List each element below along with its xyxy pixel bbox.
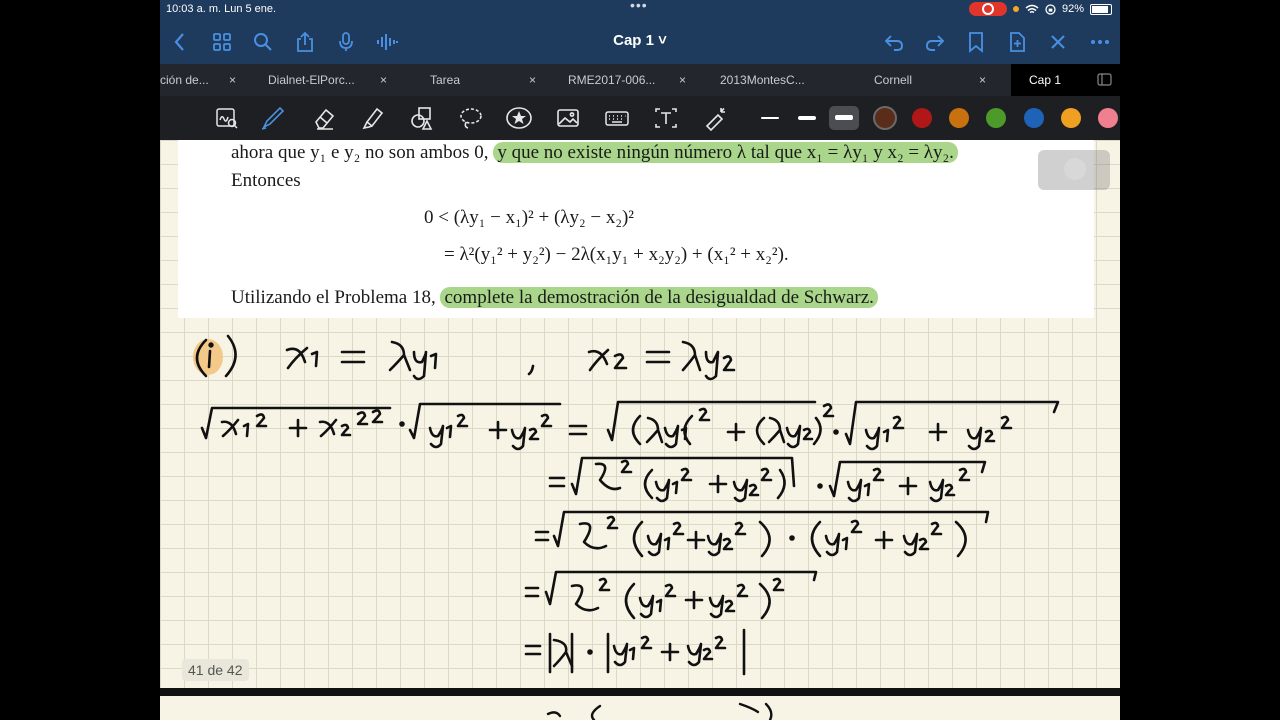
tab-label: RME2017-006... (568, 73, 656, 87)
bookmark-icon[interactable] (964, 30, 988, 54)
handwritten-line-5 (524, 628, 746, 676)
audio-waveform-icon[interactable] (375, 30, 399, 54)
status-time: 10:03 a. m. Lun 5 ene. (166, 3, 277, 15)
text-box-icon[interactable] (653, 105, 679, 131)
search-icon[interactable] (251, 30, 275, 54)
stroke-thin-option[interactable] (755, 106, 785, 130)
tab-label: Cornell (874, 73, 913, 87)
more-options-icon[interactable] (1088, 30, 1112, 54)
notes-app: 10:03 a. m. Lun 5 ene. ••• 92% Cap 1 ˅ c… (160, 0, 1120, 720)
stroke-medium-option[interactable] (792, 106, 822, 130)
pen-icon[interactable] (260, 105, 286, 131)
color-swatch[interactable] (1061, 108, 1081, 128)
document-title[interactable]: Cap 1 ˅ (613, 32, 667, 49)
tab-label: Tarea (430, 73, 461, 87)
tab-close-icon[interactable]: × (529, 64, 536, 96)
star-icon[interactable] (506, 105, 532, 131)
keyboard-icon[interactable] (604, 105, 630, 131)
tab-label: Dialnet-ElPorc... (268, 73, 355, 87)
next-page-preview[interactable] (160, 696, 1120, 720)
lasso-ocr-icon[interactable] (214, 105, 240, 131)
status-bar: 10:03 a. m. Lun 5 ene. ••• 92% (160, 0, 1120, 20)
tab-2[interactable]: Dialnet-ElPorc... (268, 64, 378, 96)
rotation-lock-icon (1045, 3, 1056, 15)
document-tabs: ción de... × Dialnet-ElPorc... × Tarea ×… (160, 64, 1120, 96)
top-navigation-bar: Cap 1 ˅ (160, 20, 1120, 64)
screen-recording-icon[interactable] (968, 2, 1007, 16)
tab-close-icon[interactable]: × (679, 64, 686, 96)
color-swatch[interactable] (1024, 108, 1044, 128)
tab-4[interactable]: RME2017-006... (568, 64, 668, 96)
back-chevron-icon[interactable] (168, 30, 192, 54)
color-swatch[interactable] (912, 108, 932, 128)
handwritten-equation-x2 (587, 340, 736, 381)
eraser-icon[interactable] (311, 105, 337, 131)
multitasking-dots-icon[interactable]: ••• (630, 0, 648, 13)
undo-icon[interactable] (882, 30, 906, 54)
microphone-icon[interactable] (334, 30, 358, 54)
tab-active[interactable]: Cap 1 (1011, 64, 1120, 96)
color-swatch[interactable] (986, 108, 1006, 128)
handwritten-item-marker (193, 334, 237, 378)
tab-6[interactable]: Cornell (874, 64, 944, 96)
color-swatch-selected[interactable] (873, 106, 897, 130)
handwritten-line-1 (200, 400, 1060, 451)
page-divider (160, 688, 1120, 696)
tab-close-icon[interactable]: × (979, 64, 986, 96)
drawing-toolbar (160, 96, 1120, 140)
tab-label: ción de... (160, 73, 209, 87)
sidebar-toggle-icon[interactable] (1097, 73, 1112, 86)
grid-view-icon[interactable] (210, 30, 234, 54)
highlighter-icon[interactable] (360, 105, 386, 131)
mic-indicator-icon (1012, 6, 1019, 12)
handwritten-line-3 (534, 510, 990, 558)
notebook-page[interactable]: ahora que y₁ e y₂ no son ambos 0, y que … (160, 140, 1120, 688)
tab-close-icon[interactable]: × (380, 64, 387, 96)
lasso-icon[interactable] (458, 105, 484, 131)
close-icon[interactable] (1046, 30, 1070, 54)
handwritten-comma (527, 364, 535, 376)
handwritten-line-4 (524, 570, 818, 620)
tab-label: Cap 1 (1029, 73, 1062, 87)
tab-label: 2013MontesC... (720, 73, 805, 87)
image-icon[interactable] (555, 105, 581, 131)
tab-close-icon[interactable]: × (229, 64, 236, 96)
shapes-icon[interactable] (409, 105, 435, 131)
handwritten-next-page-fragment (546, 702, 773, 720)
stroke-thick-option[interactable] (829, 106, 859, 130)
wifi-icon (1025, 4, 1039, 13)
color-swatch[interactable] (1098, 108, 1118, 128)
share-icon[interactable] (293, 30, 317, 54)
tab-3[interactable]: Tarea (430, 64, 490, 96)
redo-icon[interactable] (923, 30, 947, 54)
color-swatch[interactable] (949, 108, 969, 128)
battery-percent: 92% (1061, 3, 1084, 15)
laser-pointer-icon[interactable] (702, 105, 728, 132)
battery-icon (1090, 3, 1112, 15)
handwritten-equation-x1 (285, 340, 438, 381)
page-indicator: 41 de 42 (182, 659, 249, 681)
tab-5[interactable]: 2013MontesC... (720, 64, 820, 96)
handwritten-line-2 (548, 456, 987, 503)
add-page-icon[interactable] (1005, 30, 1029, 54)
handwritten-work (193, 334, 1060, 676)
